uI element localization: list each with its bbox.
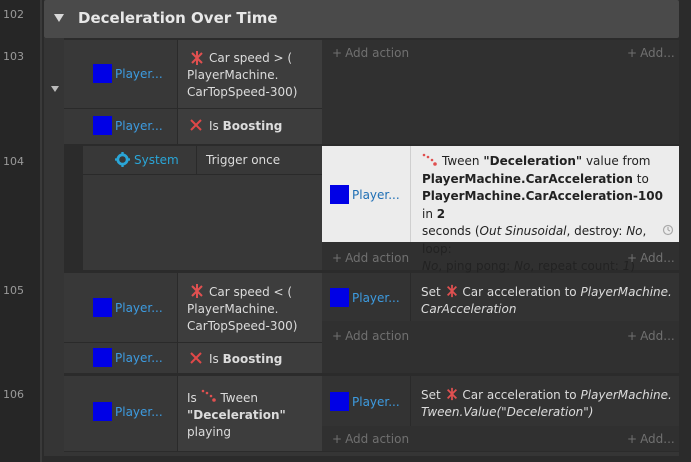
car-speed-icon — [191, 51, 203, 65]
object-player-condition[interactable]: Player... — [93, 348, 163, 367]
player-object-icon — [93, 348, 112, 367]
system-object-label: System — [134, 153, 179, 167]
group-header[interactable]: Deceleration Over Time — [44, 0, 679, 38]
object-name: Player... — [115, 404, 163, 419]
add-action-link[interactable]: + Add action — [332, 251, 409, 265]
player-object-icon — [93, 298, 112, 317]
add-action-link[interactable]: + Add action — [332, 329, 409, 343]
car-acceleration-icon — [446, 284, 457, 298]
set-acceleration-tween-action-text[interactable]: Set Car acceleration to PlayerMachine. T… — [421, 387, 676, 421]
object-name: Player... — [352, 290, 400, 305]
add-action-link[interactable]: + Add action — [332, 432, 409, 446]
condition-trigger-once[interactable]: Trigger once — [206, 153, 280, 167]
group-body-border — [44, 38, 64, 454]
gear-icon — [115, 152, 130, 167]
refresh-icon — [662, 224, 674, 236]
invert-x-icon — [190, 352, 202, 364]
column-separator — [196, 146, 197, 174]
add-action-link[interactable]: + Add action — [332, 46, 409, 60]
object-name: Player... — [115, 118, 163, 133]
condition-car-speed-text[interactable]: Car speed < ( PlayerMachine. CarTopSpeed… — [187, 284, 297, 335]
condition-separator — [64, 108, 322, 109]
object-name: Player... — [115, 350, 163, 365]
collapse-triangle-icon[interactable] — [54, 14, 64, 22]
line-number: 105 — [3, 284, 24, 297]
object-name: Player... — [115, 300, 163, 315]
player-object-icon — [93, 116, 112, 135]
add-subevent-link[interactable]: + Add... — [627, 251, 675, 265]
condition-is-boosting[interactable]: Is Boosting — [209, 351, 282, 368]
tween-icon — [201, 389, 216, 402]
object-name: Player... — [352, 394, 400, 409]
object-player-action[interactable]: Player... — [330, 288, 400, 307]
object-name: Player... — [115, 66, 163, 81]
expand-subevents-icon[interactable] — [51, 86, 59, 92]
object-player-action[interactable]: Player... — [330, 392, 400, 411]
object-player-condition[interactable]: Player... — [93, 402, 163, 421]
set-acceleration-action-text[interactable]: Set Car acceleration to PlayerMachine. C… — [421, 284, 676, 318]
player-object-icon — [330, 392, 349, 411]
line-number: 102 — [3, 8, 24, 21]
gutter-divider — [40, 0, 42, 462]
add-subevent-link[interactable]: + Add... — [627, 329, 675, 343]
group-title: Deceleration Over Time — [78, 9, 278, 27]
player-object-icon — [93, 64, 112, 83]
line-number: 103 — [3, 50, 24, 63]
line-number: 104 — [3, 155, 24, 168]
object-player-condition[interactable]: Player... — [93, 64, 163, 83]
car-acceleration-icon — [446, 387, 457, 401]
condition-car-speed-text[interactable]: Car speed > ( PlayerMachine. CarTopSpeed… — [187, 50, 297, 101]
player-object-icon — [93, 402, 112, 421]
condition-tween-playing[interactable]: Is Tween "Deceleration" playing — [187, 388, 286, 441]
column-separator — [410, 273, 411, 321]
right-edge — [679, 0, 691, 462]
object-player-condition[interactable]: Player... — [93, 116, 163, 135]
condition-is-boosting[interactable]: Is Boosting — [209, 118, 282, 135]
line-gutter: 102 103 104 105 106 — [0, 0, 40, 462]
column-separator — [177, 40, 178, 144]
column-separator — [410, 376, 411, 426]
player-object-icon — [330, 185, 349, 204]
group-body-bottom — [44, 452, 679, 456]
column-separator — [177, 273, 178, 373]
condition-separator — [64, 342, 322, 343]
object-player-action[interactable]: Player... — [330, 185, 400, 204]
line-number: 106 — [3, 388, 24, 401]
column-separator — [410, 146, 411, 242]
object-name: Player... — [352, 187, 400, 202]
object-player-condition[interactable]: Player... — [93, 298, 163, 317]
condition-separator — [83, 174, 322, 175]
add-subevent-link[interactable]: + Add... — [627, 432, 675, 446]
car-speed-icon — [191, 284, 203, 298]
column-separator — [177, 376, 178, 451]
invert-x-icon — [190, 119, 202, 131]
add-subevent-link[interactable]: + Add... — [627, 46, 675, 60]
player-object-icon — [330, 288, 349, 307]
